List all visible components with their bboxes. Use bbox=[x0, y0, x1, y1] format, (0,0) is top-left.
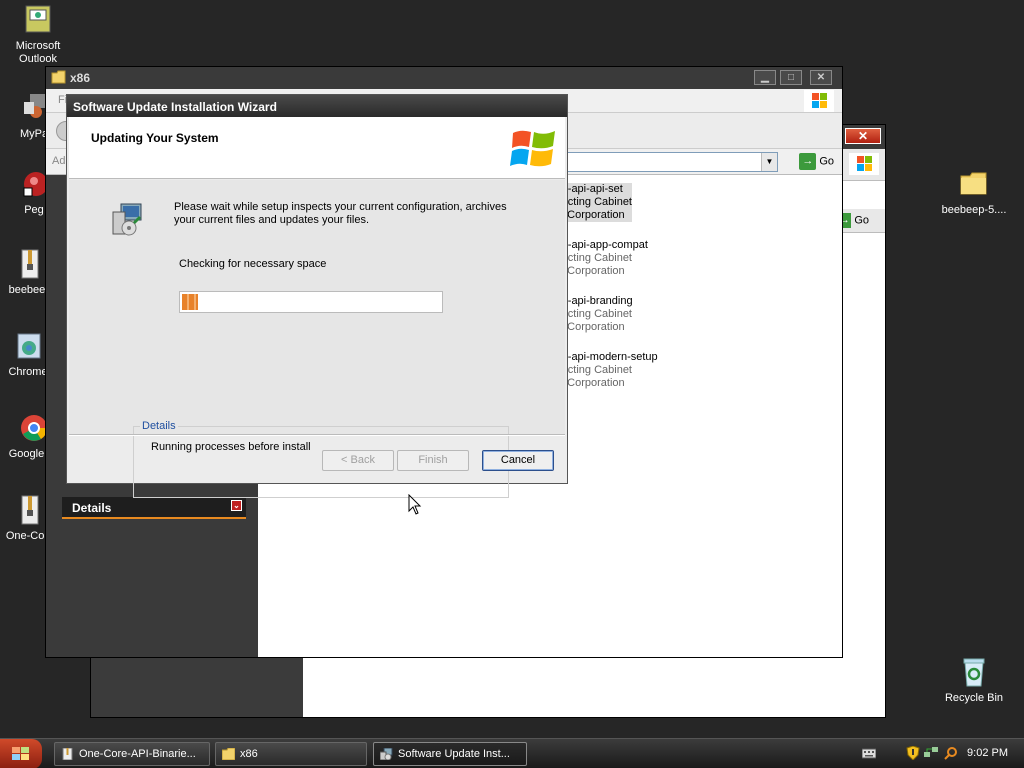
wizard-header: Updating Your System bbox=[69, 117, 565, 179]
desktop-icon-label: Recycle Bin bbox=[944, 692, 1004, 704]
chevron-down-icon[interactable]: ⌄ bbox=[231, 500, 242, 511]
file-name: re-api-branding bbox=[558, 295, 633, 307]
windows-logo-icon bbox=[510, 130, 555, 167]
progress-bar bbox=[179, 291, 443, 313]
mouse-cursor-icon bbox=[408, 494, 422, 515]
system-tray: 9:02 PM bbox=[858, 739, 1024, 768]
list-item[interactable]: re-api-modern-setup racting Cabinet ft C… bbox=[558, 351, 658, 390]
search-icon[interactable] bbox=[944, 746, 958, 760]
taskbar-button-one-core[interactable]: One-Core-API-Binarie... bbox=[54, 742, 210, 766]
file-company: ft Corporation bbox=[558, 377, 625, 389]
go-label: Go bbox=[854, 214, 869, 227]
file-company: ft Corporation bbox=[558, 265, 625, 277]
window-titlebar[interactable]: x86 ▁ □ ✕ bbox=[46, 67, 842, 89]
maximize-button[interactable]: □ bbox=[780, 70, 802, 85]
recycle-bin-icon bbox=[963, 658, 985, 687]
chrome-installer-icon bbox=[17, 333, 41, 359]
file-type: racting Cabinet bbox=[558, 308, 632, 320]
desktop-icon-label: beebeep-5.... bbox=[941, 204, 1007, 216]
file-type: racting Cabinet bbox=[558, 364, 632, 376]
list-item[interactable]: re-api-api-set racting Cabinet ft Corpor… bbox=[558, 183, 632, 222]
file-name: re-api-api-set bbox=[558, 183, 623, 195]
file-company: ft Corporation bbox=[558, 321, 625, 333]
finish-button[interactable]: Finish bbox=[397, 450, 469, 471]
details-legend: Details bbox=[140, 420, 178, 432]
dialog-titlebar[interactable]: Software Update Installation Wizard bbox=[67, 95, 567, 117]
file-company: ft Corporation bbox=[558, 209, 625, 221]
dialog-title: Software Update Installation Wizard bbox=[73, 100, 277, 114]
zip-icon bbox=[21, 495, 39, 525]
details-text: Running processes before install bbox=[151, 441, 311, 453]
taskbar-button-software-update[interactable]: Software Update Inst... bbox=[373, 742, 527, 766]
keyboard-icon[interactable] bbox=[862, 746, 876, 760]
windows-logo-icon bbox=[12, 747, 29, 760]
go-label: Go bbox=[819, 155, 834, 168]
file-name: re-api-modern-setup bbox=[558, 351, 658, 363]
update-wizard-dialog[interactable]: Software Update Installation Wizard Upda… bbox=[66, 94, 568, 498]
desktop-icon-outlook[interactable]: Microsoft Outlook bbox=[0, 4, 76, 66]
taskbar: One-Core-API-Binarie... x86 Software Upd… bbox=[0, 738, 1024, 768]
setup-computer-icon bbox=[112, 203, 142, 236]
details-panel-header[interactable]: Details ⌄ bbox=[62, 497, 246, 519]
taskbar-button-label: x86 bbox=[240, 748, 258, 760]
window-title: x86 bbox=[70, 71, 91, 85]
zip-icon bbox=[21, 249, 39, 279]
close-button[interactable]: ✕ bbox=[810, 70, 832, 85]
setup-icon bbox=[380, 748, 393, 760]
network-icon[interactable] bbox=[924, 746, 938, 760]
desktop-icon-beebeep-folder[interactable]: beebeep-5.... bbox=[936, 168, 1012, 217]
wizard-heading: Updating Your System bbox=[91, 131, 219, 145]
outlook-icon bbox=[25, 5, 51, 33]
desktop-icon-recycle-bin[interactable]: Recycle Bin bbox=[936, 656, 1012, 705]
list-item[interactable]: re-api-branding racting Cabinet ft Corpo… bbox=[558, 295, 633, 334]
chevron-down-icon[interactable]: ▼ bbox=[761, 153, 777, 171]
cancel-button[interactable]: Cancel bbox=[482, 450, 554, 471]
back-button[interactable]: < Back bbox=[322, 450, 394, 471]
taskbar-button-label: One-Core-API-Binarie... bbox=[79, 748, 196, 760]
folder-icon bbox=[222, 748, 235, 760]
list-item[interactable]: re-api-app-compat racting Cabinet ft Cor… bbox=[558, 239, 648, 278]
wizard-description: Please wait while setup inspects your cu… bbox=[174, 201, 507, 226]
close-button[interactable]: ✕ bbox=[845, 128, 881, 144]
start-button[interactable] bbox=[0, 739, 42, 768]
progress-fill bbox=[182, 294, 198, 310]
address-label: Ad bbox=[52, 155, 66, 167]
zip-icon bbox=[62, 748, 73, 760]
security-shield-icon[interactable] bbox=[906, 746, 920, 760]
details-label: Details bbox=[72, 501, 112, 515]
chrome-icon bbox=[21, 415, 48, 441]
clock[interactable]: 9:02 PM bbox=[967, 747, 1008, 759]
go-arrow-icon: → bbox=[799, 153, 817, 170]
taskbar-button-x86[interactable]: x86 bbox=[215, 742, 367, 766]
file-type: racting Cabinet bbox=[558, 196, 632, 208]
windows-flag-icon bbox=[804, 90, 834, 112]
go-button[interactable]: → Go bbox=[799, 153, 834, 170]
folder-icon bbox=[960, 172, 987, 195]
file-name: re-api-app-compat bbox=[558, 239, 648, 251]
desktop-icon-label: Microsoft Outlook bbox=[15, 40, 61, 65]
file-type: racting Cabinet bbox=[558, 252, 632, 264]
progress-status: Checking for necessary space bbox=[179, 258, 327, 270]
minimize-button[interactable]: ▁ bbox=[754, 70, 776, 85]
taskbar-button-label: Software Update Inst... bbox=[398, 748, 510, 760]
divider bbox=[69, 434, 565, 436]
folder-icon bbox=[51, 70, 66, 84]
windows-flag-icon bbox=[849, 153, 879, 175]
